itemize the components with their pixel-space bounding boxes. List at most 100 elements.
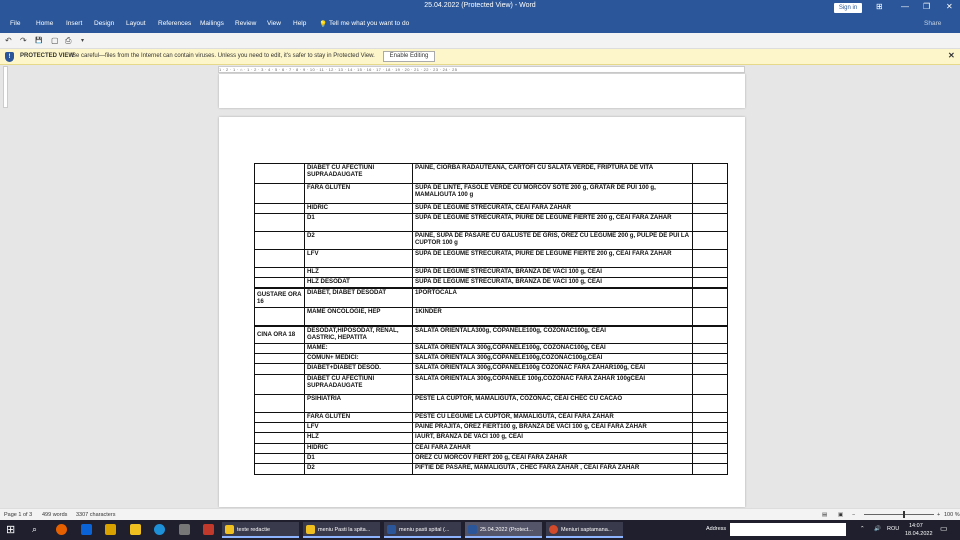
- empty-cell[interactable]: [692, 324, 728, 344]
- tab-references[interactable]: References: [158, 20, 191, 27]
- meal-cell[interactable]: [254, 463, 305, 475]
- diet-cell[interactable]: FARA GLUTEN: [304, 183, 413, 204]
- meal-cell[interactable]: [254, 374, 305, 395]
- empty-cell[interactable]: [692, 249, 728, 268]
- zoom-level[interactable]: 100 %: [944, 512, 960, 518]
- meal-cell[interactable]: [254, 183, 305, 204]
- diet-cell[interactable]: DIABET CU AFECTIUNI SUPRAADAUGATE: [304, 374, 413, 395]
- meal-cell[interactable]: [254, 422, 305, 433]
- edge-icon[interactable]: [154, 524, 165, 535]
- diet-cell[interactable]: MAME:: [304, 343, 413, 354]
- share-button[interactable]: Share: [924, 20, 941, 27]
- restore-icon[interactable]: ❐: [923, 2, 930, 11]
- diet-cell[interactable]: MAME ONCOLOGIE, HEP: [304, 307, 413, 326]
- tab-review[interactable]: Review: [235, 20, 256, 27]
- empty-cell[interactable]: [692, 277, 728, 288]
- menu-cell[interactable]: IAURT, BRANZA DE VACI 100 g, CEAI: [412, 432, 693, 444]
- meal-cell[interactable]: [254, 213, 305, 232]
- diet-cell[interactable]: DIABET+DIABET DESOD.: [304, 363, 413, 375]
- menu-cell[interactable]: PAINE PRAJITA, OREZ FIERT100 g, BRANZA D…: [412, 422, 693, 433]
- vlc-icon[interactable]: [105, 524, 116, 535]
- menu-cell[interactable]: SUPA DE LEGUME STRECURATA, BRANZA DE VAC…: [412, 267, 693, 278]
- page-count[interactable]: Page 1 of 3: [4, 512, 32, 518]
- meal-cell[interactable]: [254, 432, 305, 444]
- undo-icon[interactable]: ↶: [5, 36, 12, 45]
- tab-mailings[interactable]: Mailings: [200, 20, 224, 27]
- meal-cell[interactable]: [254, 363, 305, 375]
- menu-cell[interactable]: PESTE CU LEGUME LA CUPTOR, MAMALIGUTA, C…: [412, 412, 693, 423]
- empty-cell[interactable]: [692, 412, 728, 423]
- tab-design[interactable]: Design: [94, 20, 114, 27]
- menu-cell[interactable]: PESTE LA CUPTOR, MAMALIGUTA, COZONAC, CE…: [412, 394, 693, 413]
- meal-cell[interactable]: [254, 307, 305, 326]
- menu-cell[interactable]: PAINE, SUPA DE PASARE CU GALUSTE DE GRIS…: [412, 231, 693, 250]
- meal-cell[interactable]: [254, 343, 305, 354]
- menu-cell[interactable]: SALATA ORIENTALA 300g,COPANELE100g COZON…: [412, 363, 693, 375]
- ribbon-display-icon[interactable]: ⊞: [876, 2, 883, 11]
- meal-cell[interactable]: [254, 267, 305, 278]
- volume-icon[interactable]: 🔊: [874, 526, 881, 532]
- diet-cell[interactable]: HIDRIC: [304, 203, 413, 214]
- menu-cell[interactable]: PAINE, CIORBA RADAUTEANA, CARTOFI CU SAL…: [412, 163, 693, 184]
- language-indicator[interactable]: ROU: [887, 526, 899, 532]
- tell-me-search[interactable]: Tell me what you want to do: [329, 20, 409, 27]
- meal-cell[interactable]: [254, 231, 305, 250]
- taskbar-item[interactable]: Meniuri saptamana...: [546, 522, 623, 538]
- empty-cell[interactable]: [692, 183, 728, 204]
- print-preview-icon[interactable]: ⎙: [65, 36, 71, 46]
- clock-time[interactable]: 14:07: [909, 523, 923, 529]
- menu-cell[interactable]: SALATA ORIENTALA300g, COPANELE100g, COZO…: [412, 324, 693, 344]
- tab-help[interactable]: Help: [293, 20, 306, 27]
- empty-cell[interactable]: [692, 363, 728, 375]
- refresh-icon[interactable]: ↻: [836, 526, 841, 532]
- diet-cell[interactable]: LFV: [304, 422, 413, 433]
- zoom-in-icon[interactable]: +: [937, 512, 940, 518]
- diet-cell[interactable]: HIDRIC: [304, 443, 413, 454]
- diet-cell[interactable]: HLZ: [304, 267, 413, 278]
- address-input[interactable]: [730, 523, 846, 536]
- menu-cell[interactable]: SUPA DE LEGUME STRECURATA, PIURE DE LEGU…: [412, 249, 693, 268]
- menu-cell[interactable]: SUPA DE LEGUME STRECURATA, BRANZA DE VAC…: [412, 277, 693, 288]
- menu-cell[interactable]: SALATA ORIENTALA 300g,COPANELE 100g,COZO…: [412, 374, 693, 395]
- meal-cell[interactable]: GUSTARE ORA 16: [254, 286, 305, 308]
- network-icon[interactable]: ⌃: [860, 526, 865, 532]
- diet-cell[interactable]: COMUN+ MEDICI:: [304, 353, 413, 364]
- empty-cell[interactable]: [692, 453, 728, 464]
- meal-cell[interactable]: [254, 203, 305, 214]
- acrobat-icon[interactable]: [203, 524, 214, 535]
- empty-cell[interactable]: [692, 343, 728, 354]
- document-page[interactable]: DIABET CU AFECTIUNI SUPRAADAUGATE PAINE, …: [219, 117, 745, 507]
- sign-in-button[interactable]: Sign in: [834, 3, 862, 13]
- close-icon[interactable]: ✕: [948, 51, 955, 60]
- read-mode-icon[interactable]: ▤: [822, 512, 827, 518]
- taskbar-item[interactable]: meniu Pasti la spita...: [303, 522, 380, 538]
- diet-cell[interactable]: D1: [304, 213, 413, 232]
- customize-icon[interactable]: ▾: [81, 37, 84, 44]
- diet-cell[interactable]: D1: [304, 453, 413, 464]
- menu-cell[interactable]: SUPA DE LINTE, FASOLE VERDE CU MORCOV SO…: [412, 183, 693, 204]
- windows-start-icon[interactable]: ⊞: [6, 523, 17, 536]
- empty-cell[interactable]: [692, 443, 728, 454]
- meal-cell[interactable]: [254, 394, 305, 413]
- vertical-ruler[interactable]: [3, 66, 8, 108]
- empty-cell[interactable]: [692, 267, 728, 278]
- zoom-slider-thumb[interactable]: [903, 511, 905, 518]
- new-icon[interactable]: ▢: [51, 36, 59, 45]
- meal-cell[interactable]: [254, 412, 305, 423]
- tab-view[interactable]: View: [267, 20, 281, 27]
- empty-cell[interactable]: [692, 422, 728, 433]
- save-icon[interactable]: 💾: [35, 37, 42, 44]
- menu-cell[interactable]: CEAI FARA ZAHAR: [412, 443, 693, 454]
- diet-cell[interactable]: FARA GLUTEN: [304, 412, 413, 423]
- tab-layout[interactable]: Layout: [126, 20, 146, 27]
- empty-cell[interactable]: [692, 307, 728, 326]
- print-layout-icon[interactable]: ▣: [838, 512, 843, 518]
- outlook-icon[interactable]: [81, 524, 92, 535]
- tab-insert[interactable]: Insert: [66, 20, 82, 27]
- empty-cell[interactable]: [692, 286, 728, 308]
- word-count[interactable]: 499 words: [42, 512, 67, 518]
- clock-date[interactable]: 18.04.2022: [905, 531, 933, 537]
- folder-icon[interactable]: [130, 524, 141, 535]
- meal-cell[interactable]: CINA ORA 18: [254, 324, 305, 344]
- meal-cell[interactable]: [254, 453, 305, 464]
